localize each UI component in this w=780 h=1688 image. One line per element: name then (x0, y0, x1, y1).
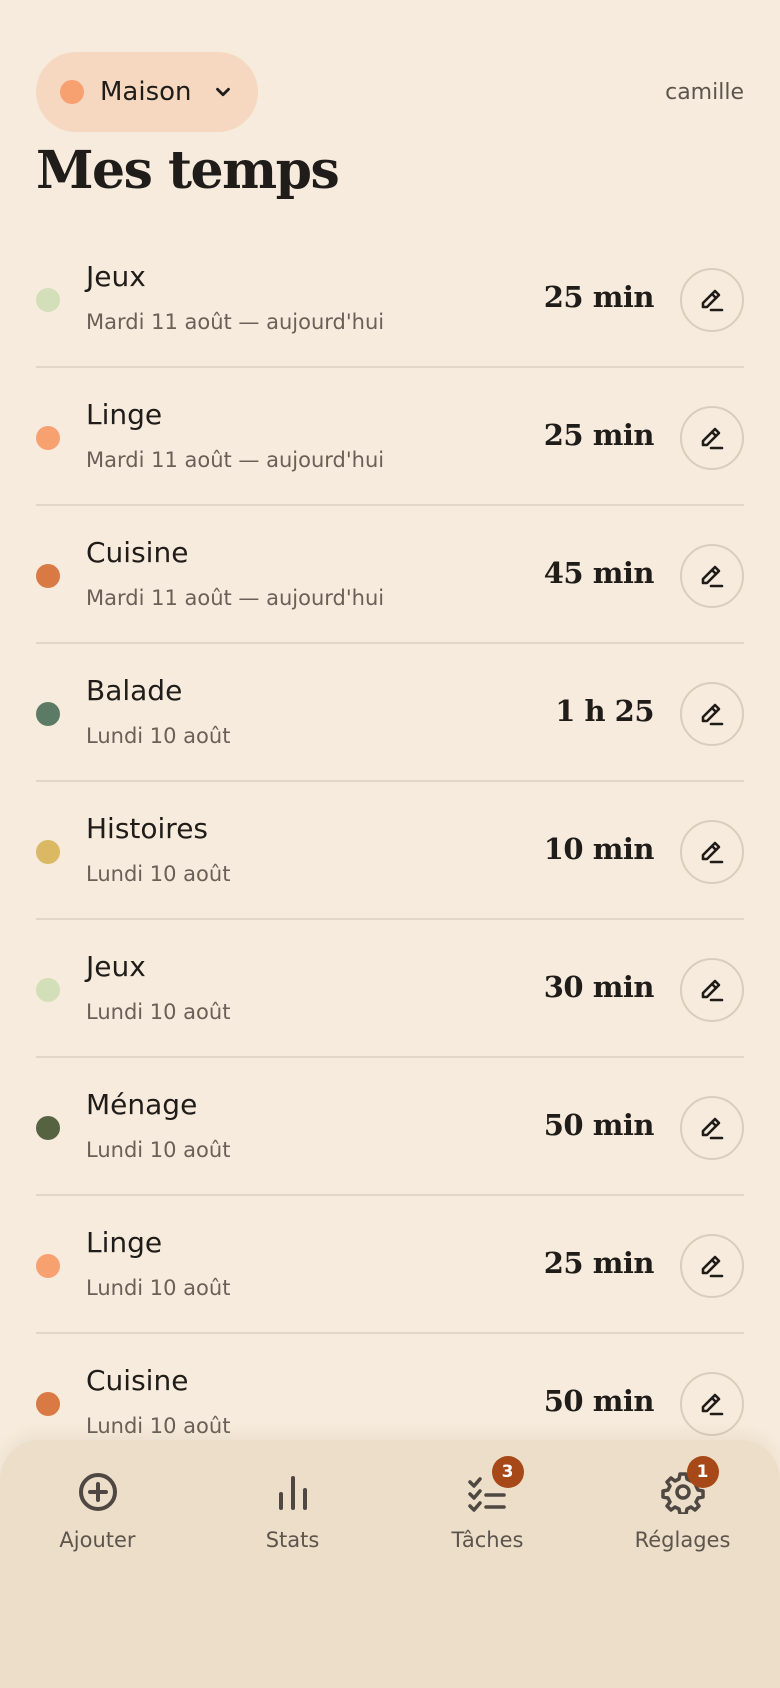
time-entry-row: Ménage Lundi 10 août 50 min (36, 1058, 744, 1196)
task-color-dot (36, 1116, 60, 1140)
time-entry-row: Cuisine Mardi 11 août — aujourd'hui 45 min (36, 506, 744, 644)
time-entry-row: Linge Lundi 10 août 25 min (36, 1196, 744, 1334)
time-entry-row: Linge Mardi 11 août — aujourd'hui 25 min (36, 368, 744, 506)
entry-duration: 25 min (543, 418, 655, 452)
entry-date: Mardi 11 août — aujourd'hui (86, 586, 385, 610)
nav-tasks-label: Tâches (451, 1528, 524, 1552)
edit-entry-button[interactable] (680, 406, 744, 470)
user-name[interactable]: camille (665, 80, 744, 105)
edit-entry-button[interactable] (680, 820, 744, 884)
page-title: Mes temps (36, 140, 340, 201)
task-color-dot (36, 978, 60, 1002)
pencil-icon (697, 975, 727, 1005)
nav-settings[interactable]: 1 Réglages (585, 1456, 780, 1570)
edit-entry-button[interactable] (680, 1096, 744, 1160)
bottom-navigation: Ajouter Stats 3 Tâches 1 Réglages (0, 1440, 780, 1688)
pencil-icon (697, 1389, 727, 1419)
nav-settings-label: Réglages (634, 1528, 731, 1552)
task-color-dot (36, 426, 60, 450)
entry-date: Mardi 11 août — aujourd'hui (86, 448, 385, 472)
pencil-icon (697, 699, 727, 729)
nav-stats-label: Stats (265, 1528, 320, 1552)
entry-duration: 30 min (543, 970, 655, 1004)
plus-circle-icon (78, 1473, 117, 1511)
task-name: Balade (86, 674, 183, 707)
task-name: Linge (86, 398, 163, 431)
pencil-icon (697, 837, 727, 867)
pencil-icon (697, 1113, 727, 1143)
pencil-icon (697, 285, 727, 315)
entry-duration: 10 min (543, 832, 655, 866)
chevron-down-icon (215, 87, 230, 97)
task-color-dot (36, 1392, 60, 1416)
entry-date: Lundi 10 août (86, 1276, 231, 1300)
household-color-dot (60, 80, 84, 104)
task-name: Ménage (86, 1088, 198, 1121)
task-name: Jeux (86, 260, 146, 293)
bar-chart-icon (278, 1476, 307, 1510)
edit-entry-button[interactable] (680, 1372, 744, 1436)
edit-entry-button[interactable] (680, 682, 744, 746)
time-entry-row: Histoires Lundi 10 août 10 min (36, 782, 744, 920)
pencil-icon (697, 561, 727, 591)
pencil-icon (697, 423, 727, 453)
task-color-dot (36, 564, 60, 588)
entry-duration: 1 h 25 (555, 694, 654, 728)
entry-date: Lundi 10 août (86, 724, 231, 748)
nav-tasks[interactable]: 3 Tâches (390, 1456, 585, 1570)
edit-entry-button[interactable] (680, 544, 744, 608)
entry-date: Lundi 10 août (86, 1138, 231, 1162)
app-screen: Maison camille Mes temps Jeux Mardi 11 ao… (0, 0, 780, 1688)
header: Maison camille (36, 52, 744, 132)
entry-duration: 25 min (543, 1246, 655, 1280)
time-entry-row: Balade Lundi 10 août 1 h 25 (36, 644, 744, 782)
household-name: Maison (100, 77, 192, 107)
task-name: Jeux (86, 950, 146, 983)
entry-duration: 45 min (543, 556, 655, 590)
entry-date: Lundi 10 août (86, 1000, 231, 1024)
task-color-dot (36, 288, 60, 312)
tasks-badge: 3 (491, 1456, 524, 1488)
entry-date: Mardi 11 août — aujourd'hui (86, 310, 385, 334)
nav-stats[interactable]: Stats (195, 1470, 390, 1570)
household-selector[interactable]: Maison (36, 52, 258, 132)
nav-add-label: Ajouter (59, 1528, 136, 1552)
task-color-dot (36, 702, 60, 726)
task-color-dot (36, 1254, 60, 1278)
task-color-dot (36, 840, 60, 864)
task-name: Histoires (86, 812, 209, 845)
settings-badge: 1 (686, 1456, 719, 1488)
task-name: Cuisine (86, 536, 189, 569)
entry-date: Lundi 10 août (86, 862, 231, 886)
task-name: Linge (86, 1226, 163, 1259)
time-entry-list: Jeux Mardi 11 août — aujourd'hui 25 min Lin… (36, 230, 744, 1472)
entry-duration: 25 min (543, 280, 655, 314)
task-name: Cuisine (86, 1364, 189, 1397)
edit-entry-button[interactable] (680, 268, 744, 332)
entry-duration: 50 min (543, 1108, 655, 1142)
edit-entry-button[interactable] (680, 1234, 744, 1298)
entry-duration: 50 min (543, 1384, 655, 1418)
pencil-icon (697, 1251, 727, 1281)
time-entry-row: Jeux Mardi 11 août — aujourd'hui 25 min (36, 230, 744, 368)
time-entry-row: Jeux Lundi 10 août 30 min (36, 920, 744, 1058)
nav-add[interactable]: Ajouter (0, 1470, 195, 1570)
edit-entry-button[interactable] (680, 958, 744, 1022)
entry-date: Lundi 10 août (86, 1414, 231, 1438)
